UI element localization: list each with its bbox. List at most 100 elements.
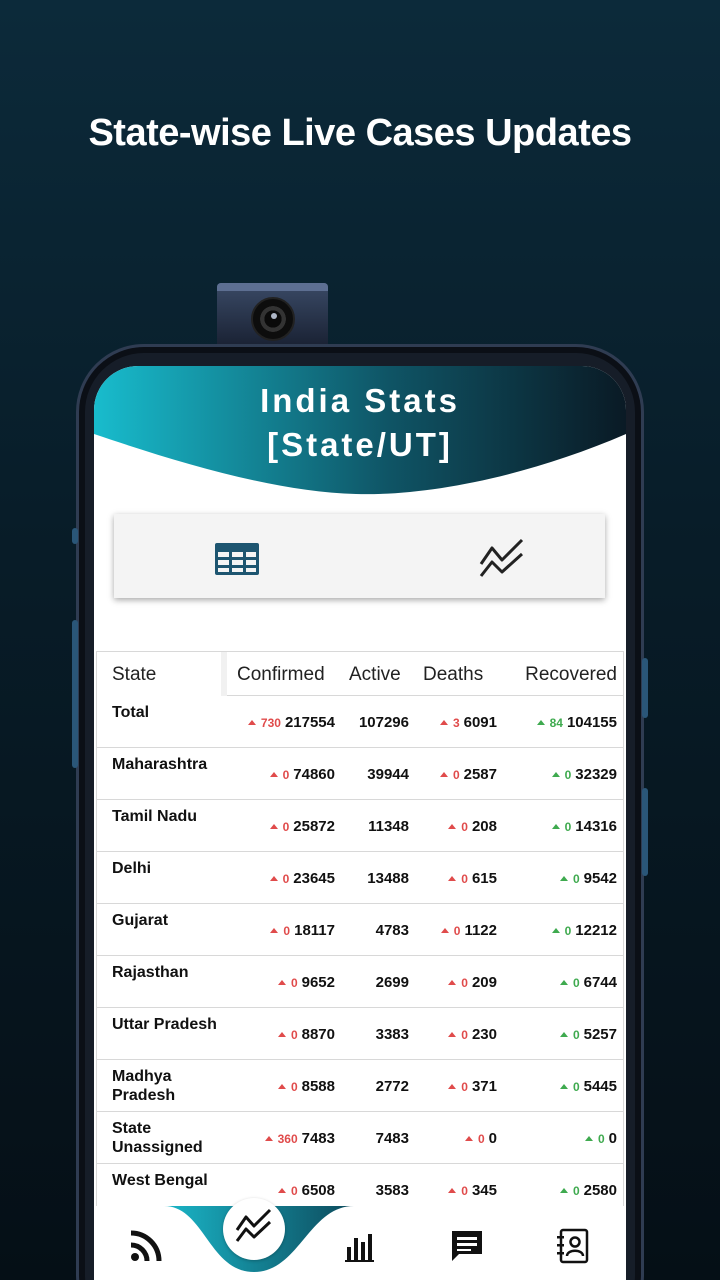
up-arrow-icon [448, 1032, 457, 1037]
state-name: Tamil Nadu [112, 808, 198, 825]
recovered-cell-value: 5257 [583, 1026, 617, 1043]
confirmed-cell-delta: 0 [290, 1184, 298, 1198]
nav-trends[interactable] [235, 1208, 272, 1244]
recovered-cell-value: 0 [608, 1130, 617, 1147]
header-confirmed[interactable]: Confirmed [237, 664, 325, 686]
header-recovered[interactable]: Recovered [525, 664, 617, 686]
phone-side-button [642, 788, 648, 876]
table-row[interactable]: Maharashtra 0 74860 39944 0 2587 0 32329 [97, 748, 623, 800]
recovered-cell-delta: 0 [597, 1132, 605, 1146]
header-deaths[interactable]: Deaths [423, 664, 483, 686]
deaths-cell-value: 371 [471, 1078, 497, 1095]
table-row[interactable]: Uttar Pradesh 0 8870 3383 0 230 0 5257 [97, 1008, 623, 1060]
active-cell-value: 11348 [368, 818, 409, 835]
table-row[interactable]: Gujarat 0 18117 4783 0 1122 0 12212 [97, 904, 623, 956]
up-arrow-icon [440, 928, 449, 933]
nav-feed[interactable] [128, 1228, 164, 1264]
header-active[interactable]: Active [349, 664, 401, 686]
recovered-cell-delta: 0 [564, 924, 572, 938]
confirmed-cell: 0 18117 [270, 922, 335, 939]
up-arrow-icon [551, 928, 560, 933]
recovered-cell: 0 12212 [551, 922, 617, 939]
state-name: State Unassigned [112, 1120, 203, 1156]
active-cell-value: 4783 [375, 922, 409, 939]
up-arrow-icon [247, 720, 256, 725]
popup-camera [217, 283, 328, 345]
up-arrow-icon [559, 1188, 568, 1193]
header-title: India Stats [260, 382, 460, 419]
recovered-cell-delta: 84 [549, 716, 563, 730]
recovered-cell: 0 5257 [559, 1026, 617, 1043]
active-cell: 3383 [339, 1026, 409, 1043]
confirmed-cell: 730 217554 [247, 714, 335, 731]
table-row[interactable]: Madhya Pradesh 0 8588 2772 0 371 0 5445 [97, 1060, 623, 1112]
recovered-cell-delta: 0 [572, 872, 580, 886]
up-arrow-icon [448, 1188, 457, 1193]
nav-messages[interactable] [449, 1228, 485, 1264]
nav-contacts[interactable] [554, 1228, 590, 1264]
up-arrow-icon [269, 876, 278, 881]
confirmed-cell-value: 25872 [293, 818, 335, 835]
table-row[interactable]: Rajasthan 0 9652 2699 0 209 0 6744 [97, 956, 623, 1008]
state-name: Rajasthan [112, 964, 189, 981]
up-arrow-icon [264, 1136, 273, 1141]
active-cell-value: 3583 [375, 1182, 409, 1199]
deaths-cell-delta: 0 [477, 1132, 485, 1146]
recovered-cell: 84 104155 [536, 714, 617, 731]
up-arrow-icon [277, 1032, 286, 1037]
deaths-cell-delta: 0 [461, 872, 468, 886]
recovered-cell: 0 14316 [551, 818, 617, 835]
table-grid-icon[interactable] [214, 542, 260, 581]
state-stats-table[interactable]: State Confirmed Active Deaths Recovered … [96, 651, 624, 1211]
state-name: Madhya Pradesh [112, 1068, 176, 1104]
deaths-cell: 0 1122 [440, 922, 497, 939]
phone-side-button [72, 620, 78, 768]
up-arrow-icon [448, 876, 457, 881]
up-arrow-icon [559, 980, 568, 985]
up-arrow-icon [277, 1188, 286, 1193]
recovered-cell-delta: 0 [564, 768, 572, 782]
active-cell: 107296 [339, 714, 409, 731]
table-row[interactable]: Tamil Nadu 0 25872 11348 0 208 0 14316 [97, 800, 623, 852]
active-cell: 2772 [339, 1078, 409, 1095]
trend-line-icon [235, 1208, 272, 1242]
recovered-cell: 0 5445 [559, 1078, 617, 1095]
state-name: Maharashtra [112, 756, 208, 773]
confirmed-cell-delta: 0 [282, 820, 290, 834]
confirmed-cell-value: 74860 [293, 766, 335, 783]
up-arrow-icon [269, 772, 278, 777]
deaths-cell-value: 345 [471, 1182, 497, 1199]
active-cell-value: 2772 [375, 1078, 409, 1095]
trend-line-icon[interactable] [478, 538, 526, 583]
confirmed-cell-delta: 360 [277, 1132, 298, 1146]
chat-message-icon [452, 1231, 482, 1261]
deaths-cell: 0 615 [448, 870, 497, 887]
deaths-cell-value: 1122 [464, 922, 497, 939]
active-cell: 3583 [339, 1182, 409, 1199]
confirmed-cell: 0 8870 [277, 1026, 335, 1043]
deaths-cell: 0 230 [448, 1026, 497, 1043]
table-row[interactable]: Total 730 217554 107296 3 6091 84 104155 [97, 696, 623, 748]
deaths-cell-delta: 0 [461, 820, 468, 834]
header-state[interactable]: State [112, 664, 156, 686]
confirmed-cell-value: 9652 [301, 974, 335, 991]
deaths-cell-value: 208 [471, 818, 497, 835]
recovered-cell: 0 32329 [551, 766, 617, 783]
state-name: Gujarat [112, 912, 169, 929]
confirmed-cell-delta: 0 [290, 976, 298, 990]
nav-charts[interactable] [342, 1228, 378, 1264]
recovered-cell-delta: 0 [564, 820, 572, 834]
table-row[interactable]: Delhi 0 23645 13488 0 615 0 9542 [97, 852, 623, 904]
up-arrow-icon [439, 720, 448, 725]
phone-side-button [642, 658, 648, 718]
table-row[interactable]: State Unassigned 360 7483 7483 0 0 0 0 [97, 1112, 623, 1164]
recovered-cell-delta: 0 [572, 976, 580, 990]
app-screen: India Stats [State/UT] State Confirmed A… [94, 366, 626, 1280]
up-arrow-icon [551, 772, 560, 777]
confirmed-cell-delta: 0 [283, 924, 291, 938]
deaths-cell: 0 371 [448, 1078, 497, 1095]
bottom-navigation [94, 1198, 626, 1280]
recovered-cell-value: 6744 [583, 974, 617, 991]
table-row[interactable]: West Bengal 0 6508 3583 0 345 0 2580 [97, 1164, 623, 1210]
confirmed-cell-value: 23645 [293, 870, 335, 887]
